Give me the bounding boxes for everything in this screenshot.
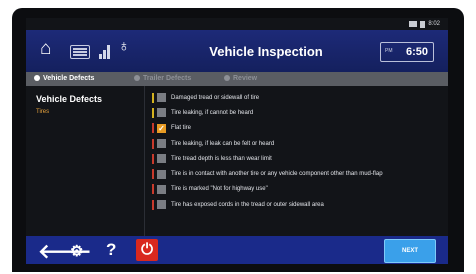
status-time: 8:02 xyxy=(428,21,440,27)
wifi-icon xyxy=(409,21,418,27)
defect-row[interactable]: Tire tread depth is less than wear limit xyxy=(152,151,442,166)
severity-bar xyxy=(152,92,154,103)
device-screen: 8:02 ⌂ ♁ Vehicle Inspection PM 6:50 Vehi… xyxy=(26,18,448,264)
defect-row[interactable]: ✓ Flat tire xyxy=(152,121,442,136)
status-bar: 8:02 xyxy=(26,18,448,30)
lightbulb-icon[interactable]: ♁ xyxy=(118,38,130,56)
question-icon[interactable]: ? xyxy=(106,240,116,260)
step-label: Vehicle Defects xyxy=(43,75,95,82)
step-vehicle-defects[interactable]: Vehicle Defects xyxy=(34,72,94,86)
step-label: Trailer Defects xyxy=(143,75,192,82)
checkmark-icon: ✓ xyxy=(158,123,165,133)
category-sidebar: Vehicle Defects Tires xyxy=(26,86,144,236)
divider xyxy=(144,86,145,236)
clock-ampm: PM xyxy=(385,48,393,54)
defect-label: Tire leaking, if cannot be heard xyxy=(171,109,254,116)
defect-row[interactable]: Damaged tread or sidewall of tire xyxy=(152,90,442,105)
severity-bar xyxy=(152,138,154,149)
home-icon[interactable]: ⌂ xyxy=(40,38,51,60)
defect-row[interactable]: Tire leaking, if cannot be heard xyxy=(152,105,442,120)
clock-display[interactable]: PM 6:50 xyxy=(380,42,434,62)
next-button[interactable]: NEXT xyxy=(384,239,436,263)
defect-label: Tire has exposed cords in the tread or o… xyxy=(171,201,324,208)
defect-list: Damaged tread or sidewall of tire Tire le… xyxy=(152,90,442,236)
defect-row[interactable]: Tire is marked "Not for highway use" xyxy=(152,182,442,197)
battery-icon xyxy=(420,20,426,28)
defect-checkbox[interactable] xyxy=(157,108,166,118)
defect-label: Tire leaking, if leak can be felt or hea… xyxy=(171,140,275,147)
defect-row[interactable]: Tire is in contact with another tire or … xyxy=(152,166,442,181)
defect-label: Damaged tread or sidewall of tire xyxy=(171,94,260,101)
step-dot-icon xyxy=(34,75,40,81)
clock-time: 6:50 xyxy=(405,46,428,58)
defect-row[interactable]: Tire leaking, if leak can be felt or hea… xyxy=(152,136,442,151)
sidebar-item-tires[interactable]: Tires xyxy=(36,109,49,115)
keyboard-icon[interactable] xyxy=(70,45,90,59)
defect-label: Tire is in contact with another tire or … xyxy=(171,171,383,178)
step-label: Review xyxy=(233,75,258,82)
defect-checkbox[interactable] xyxy=(157,200,166,210)
severity-bar xyxy=(152,199,154,210)
defect-checkbox[interactable] xyxy=(157,169,166,179)
severity-bar xyxy=(152,169,154,180)
severity-bar xyxy=(152,184,154,195)
step-indicator: Vehicle Defects Trailer Defects Review xyxy=(26,72,448,86)
step-trailer-defects[interactable]: Trailer Defects xyxy=(134,72,191,86)
page-title: Vehicle Inspection xyxy=(209,44,323,59)
severity-bar xyxy=(152,153,154,164)
defect-checkbox[interactable] xyxy=(157,93,166,103)
defect-checkbox[interactable] xyxy=(157,139,166,149)
defect-checkbox[interactable] xyxy=(157,154,166,164)
severity-bar xyxy=(152,123,154,134)
defect-label: Tire tread depth is less than wear limit xyxy=(171,155,272,162)
gear-icon[interactable]: ⚙ xyxy=(70,242,83,260)
defect-label: Tire is marked "Not for highway use" xyxy=(171,186,268,193)
app-header: ⌂ ♁ Vehicle Inspection PM 6:50 xyxy=(26,30,448,72)
bottom-toolbar: 🡐 ⚙ ? ⏻ NEXT xyxy=(26,236,448,264)
defect-checkbox[interactable] xyxy=(157,184,166,194)
sidebar-heading: Vehicle Defects xyxy=(36,94,103,104)
step-review[interactable]: Review xyxy=(224,72,257,86)
defect-checkbox[interactable]: ✓ xyxy=(157,123,166,133)
signal-icon[interactable] xyxy=(99,43,111,59)
power-icon[interactable]: ⏻ xyxy=(136,239,158,261)
step-dot-icon xyxy=(134,75,140,81)
arrow-left-icon[interactable]: 🡐 xyxy=(38,239,92,264)
severity-bar xyxy=(152,107,154,118)
step-dot-icon xyxy=(224,75,230,81)
defect-label: Flat tire xyxy=(171,125,192,132)
defect-row[interactable]: Tire has exposed cords in the tread or o… xyxy=(152,197,442,212)
